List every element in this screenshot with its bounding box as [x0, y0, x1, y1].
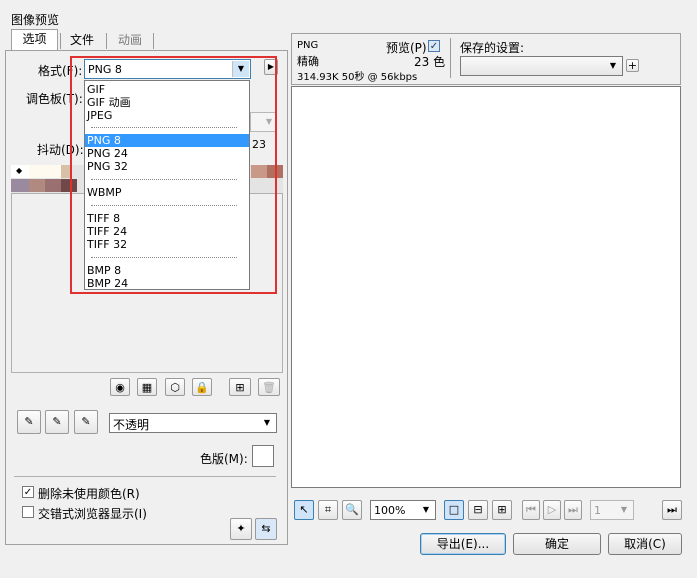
- web-snap-icon[interactable]: ▦: [137, 378, 157, 396]
- tab-options[interactable]: 选项: [11, 29, 58, 51]
- preview-canvas[interactable]: [291, 86, 681, 488]
- eyedropper-add-icon[interactable]: ✎: [45, 410, 69, 434]
- lock-icon: ◆: [16, 166, 23, 175]
- chevron-down-icon[interactable]: ▼: [616, 502, 632, 518]
- ok-button-label: 确定: [544, 537, 569, 551]
- eyedropper-remove-icon[interactable]: ✎: [74, 410, 98, 434]
- color-swatch[interactable]: [45, 179, 61, 192]
- tab-label: 文件: [69, 33, 94, 47]
- color-swatch[interactable]: [29, 179, 45, 192]
- highlight-annotation-box: [70, 56, 277, 294]
- info-size: 314.93K 50秒 @ 56kbps: [297, 72, 418, 83]
- window-title: 图像预览: [11, 13, 60, 27]
- tab-divider: [60, 33, 61, 49]
- quad-view-icon[interactable]: ⊞: [492, 500, 512, 520]
- zoom-value: 100%: [374, 504, 406, 517]
- transparency-select-value: 不透明: [113, 418, 150, 432]
- play-icon[interactable]: ▷: [543, 500, 561, 520]
- frame-value: 1: [594, 504, 601, 517]
- trash-icon[interactable]: 🗑: [258, 378, 280, 396]
- crop-icon[interactable]: ⌗: [318, 500, 338, 520]
- zoom-select[interactable]: 100% ▼: [370, 500, 436, 520]
- interlaced-label: 交错式浏览器显示(I): [38, 507, 147, 521]
- pointer-icon[interactable]: ↖: [294, 500, 314, 520]
- export-wizard-icon[interactable]: ⇆: [255, 518, 277, 540]
- magic-wand-icon[interactable]: ✦: [230, 518, 252, 540]
- divider: [14, 476, 276, 477]
- cube-icon[interactable]: ⬡: [165, 378, 185, 396]
- saved-settings-label: 保存的设置:: [460, 41, 525, 55]
- chevron-down-icon[interactable]: ▼: [605, 58, 621, 74]
- chevron-down-icon[interactable]: ▼: [259, 415, 275, 431]
- lock-icon[interactable]: 🔒: [192, 378, 212, 396]
- add-color-icon[interactable]: ⊞: [229, 378, 251, 396]
- eyedropper-icon[interactable]: ✎: [17, 410, 41, 434]
- color-swatch[interactable]: ◆: [11, 165, 29, 178]
- matte-label: 色版(M):: [200, 452, 248, 466]
- divider: [450, 38, 451, 78]
- tab-divider: [153, 33, 154, 49]
- color-count: 23 色: [414, 55, 446, 69]
- interlaced-checkbox[interactable]: [22, 506, 34, 518]
- color-swatch[interactable]: [29, 165, 61, 178]
- preview-checkbox[interactable]: ✓: [428, 40, 440, 52]
- single-view-icon[interactable]: □: [444, 500, 464, 520]
- tab-label: 动画: [117, 33, 142, 47]
- first-frame-icon[interactable]: ⏮: [522, 500, 540, 520]
- frame-select[interactable]: 1 ▼: [590, 500, 634, 520]
- tab-animation[interactable]: 动画: [108, 31, 152, 51]
- title-bar: 图像预览: [0, 0, 697, 27]
- tab-file[interactable]: 文件: [62, 31, 102, 51]
- ok-button[interactable]: 确定: [513, 533, 601, 555]
- add-setting-icon[interactable]: +: [626, 59, 639, 72]
- export-button[interactable]: 导出(E)...: [420, 533, 506, 555]
- split-view-icon[interactable]: ⊟: [468, 500, 488, 520]
- export-button-label: 导出(E)...: [436, 537, 490, 551]
- transparency-select[interactable]: 不透明 ▼: [109, 413, 277, 433]
- zoom-icon[interactable]: 🔍: [342, 500, 362, 520]
- image-preview-window: 图像预览 选项 文件 动画 格式(F): PNG 8 ▼ ▶ 调色板(T): ▼…: [0, 0, 697, 578]
- matte-color-picker[interactable]: [252, 445, 274, 467]
- info-format: PNG: [297, 40, 319, 51]
- info-quality: 精确: [297, 55, 319, 68]
- last-frame-icon[interactable]: ⏭: [564, 500, 582, 520]
- color-wheel-icon[interactable]: ◉: [110, 378, 130, 396]
- tab-label: 选项: [22, 32, 47, 46]
- tab-divider: [106, 33, 107, 49]
- remove-unused-colors-checkbox[interactable]: ✓: [22, 486, 34, 498]
- next-frame-icon[interactable]: ⏭: [662, 500, 682, 520]
- color-swatch[interactable]: [11, 179, 29, 192]
- saved-settings-select[interactable]: ▼: [460, 56, 623, 76]
- chevron-down-icon[interactable]: ▼: [418, 502, 434, 518]
- cancel-button-label: 取消(C): [624, 537, 666, 551]
- cancel-button[interactable]: 取消(C): [608, 533, 682, 555]
- remove-unused-colors-label: 删除未使用颜色(R): [38, 487, 140, 501]
